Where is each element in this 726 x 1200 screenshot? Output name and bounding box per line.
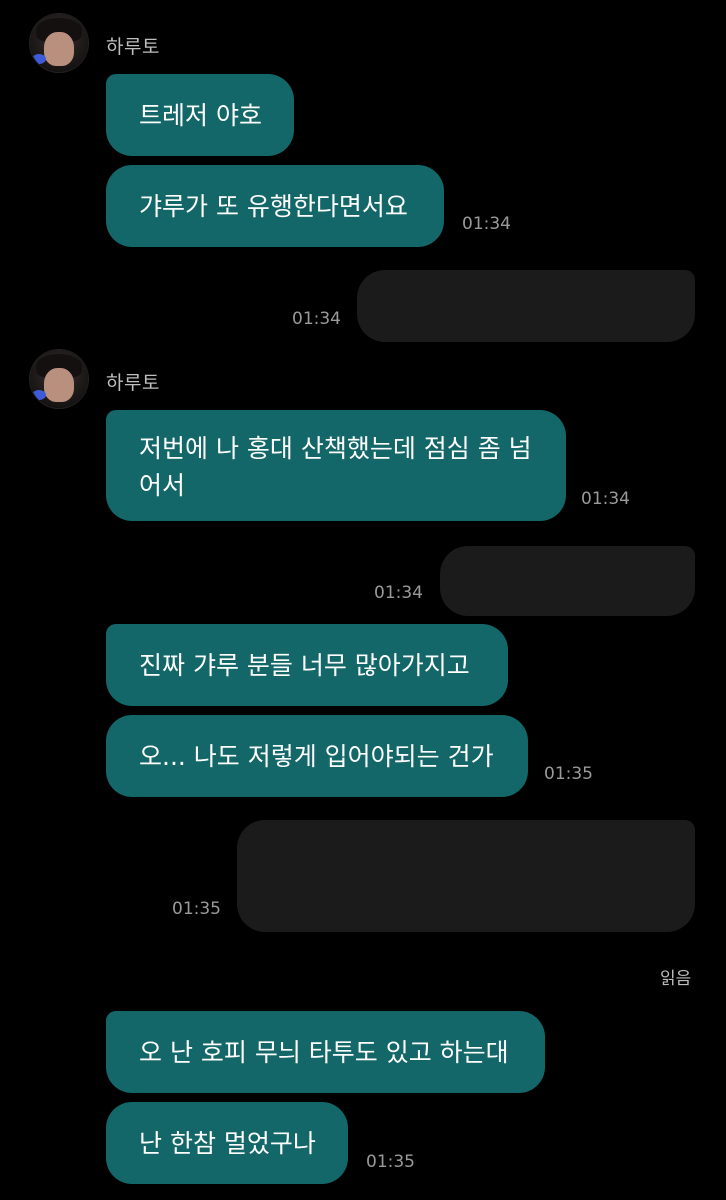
sent-message-bubble[interactable] <box>357 270 695 342</box>
message-time: 01:34 <box>462 214 511 234</box>
message-bubble[interactable]: 저번에 나 홍대 산책했는데 점심 좀 넘어서 <box>106 410 566 521</box>
sender-avatar[interactable] <box>30 14 88 72</box>
message-bubble[interactable]: 진짜 갸루 분들 너무 많아가지고 <box>106 624 508 706</box>
message-time: 01:35 <box>544 764 593 784</box>
message-bubble[interactable]: 오... 나도 저렇게 입어야되는 건가 <box>106 715 528 797</box>
message-time: 01:34 <box>581 489 630 509</box>
sender-name: 하루토 <box>106 372 160 394</box>
message-bubble[interactable]: 갸루가 또 유행한다면서요 <box>106 165 444 247</box>
message-time: 01:34 <box>292 309 341 329</box>
sent-message-bubble[interactable] <box>440 546 695 616</box>
message-bubble[interactable]: 트레저 야호 <box>106 74 294 156</box>
sender-name: 하루토 <box>106 36 160 58</box>
message-time: 01:35 <box>172 899 221 919</box>
message-bubble[interactable]: 난 한참 멀었구나 <box>106 1102 348 1184</box>
message-time: 01:34 <box>374 583 423 603</box>
sender-avatar[interactable] <box>30 350 88 408</box>
read-receipt: 읽음 <box>660 969 692 989</box>
message-time: 01:35 <box>366 1152 415 1172</box>
message-bubble[interactable]: 오 난 호피 무늬 타투도 있고 하는대 <box>106 1011 545 1093</box>
sent-message-bubble[interactable] <box>237 820 695 932</box>
